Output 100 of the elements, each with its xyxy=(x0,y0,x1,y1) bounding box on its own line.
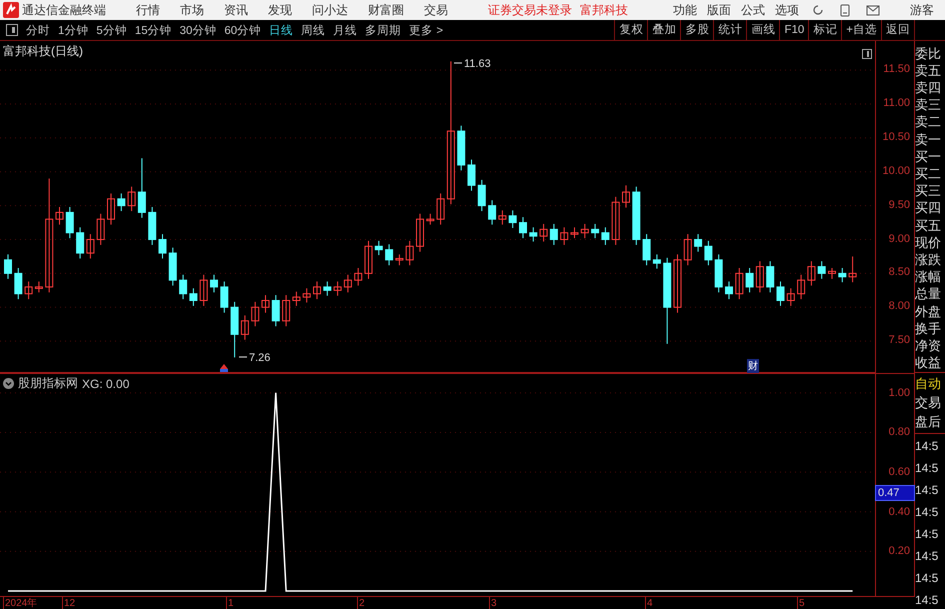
event-tag: 财 xyxy=(747,359,759,373)
candlestick xyxy=(560,226,568,246)
candlestick xyxy=(436,192,445,226)
menu-item[interactable]: 功能 xyxy=(673,2,697,18)
price-tick: 7.50 xyxy=(888,334,910,346)
candlestick xyxy=(478,179,486,212)
candlestick xyxy=(189,288,198,306)
quote-label: 卖三 xyxy=(915,97,942,114)
menu-item[interactable]: 行情 xyxy=(136,2,160,18)
menu-item[interactable]: 版面 xyxy=(707,2,731,18)
candlestick xyxy=(704,240,712,266)
trade-time: 14:5 xyxy=(915,592,940,608)
menu-item[interactable]: 市场 xyxy=(180,2,204,18)
quote-label: 收益 xyxy=(915,355,942,372)
refresh-icon[interactable] xyxy=(812,4,824,16)
indicator-tick: 0.80 xyxy=(888,426,910,438)
toolbar-button[interactable]: 标记 xyxy=(808,20,842,40)
candlestick xyxy=(786,288,795,306)
trade-time: 14:5 xyxy=(915,438,940,454)
candlestick xyxy=(179,274,188,300)
period-tab[interactable]: 1分钟 xyxy=(58,22,88,38)
candlestick xyxy=(364,240,372,280)
candlestick xyxy=(797,274,806,300)
low-price-label: 7.26 xyxy=(249,352,270,364)
period-tab[interactable]: 60分钟 xyxy=(224,22,262,38)
candlestick xyxy=(344,274,352,293)
candlestick xyxy=(426,213,434,226)
period-tab[interactable]: 月线 xyxy=(333,22,358,38)
candlestick xyxy=(766,260,774,293)
menu-item[interactable]: 发现 xyxy=(268,2,292,18)
period-tab[interactable]: 15分钟 xyxy=(134,22,172,38)
trade-time: 14:5 xyxy=(915,504,940,520)
user-label[interactable]: 游客 xyxy=(910,2,934,18)
candlestick xyxy=(580,223,589,239)
candlestick xyxy=(272,294,280,327)
period-tab[interactable]: 周线 xyxy=(301,22,326,38)
phone-icon[interactable] xyxy=(840,4,850,16)
candlestick xyxy=(86,234,94,259)
menu-item[interactable]: 选项 xyxy=(775,2,799,18)
candlestick xyxy=(674,254,682,314)
candlestick xyxy=(612,196,620,246)
app-title: 通达信金融终端 xyxy=(22,2,106,18)
candlestick xyxy=(374,240,383,256)
candlestick xyxy=(96,213,105,246)
candlestick xyxy=(292,291,300,306)
trade-time: 14:5 xyxy=(915,482,940,498)
toolbar-button[interactable]: 叠加 xyxy=(647,20,680,40)
period-tab[interactable]: 30分钟 xyxy=(180,22,216,38)
chart-title: 富邦科技(日线) xyxy=(3,43,83,60)
toolbar-button[interactable]: 画线 xyxy=(746,20,780,40)
candlestick xyxy=(45,178,54,293)
quote-label: 现价 xyxy=(915,234,942,251)
trade-time: 14:5 xyxy=(915,570,940,586)
panel-toggle-icon[interactable] xyxy=(6,24,18,36)
toolbar-button[interactable]: 复权 xyxy=(614,20,648,40)
candlestick xyxy=(117,192,126,212)
mail-icon[interactable] xyxy=(866,4,880,16)
candlestick xyxy=(488,200,496,226)
quote-label: 委比 xyxy=(915,46,942,62)
candlestick xyxy=(14,267,22,300)
toolbar-button[interactable]: 返回 xyxy=(881,20,914,40)
quote-label: 买四 xyxy=(915,200,942,216)
period-tab[interactable]: 多周期 xyxy=(365,22,402,38)
trade-time: 14:5 xyxy=(915,526,940,542)
toolbar-button[interactable]: 多股 xyxy=(680,20,714,40)
candlestick xyxy=(302,288,311,304)
candlestick xyxy=(334,281,342,296)
candlestick xyxy=(550,223,558,246)
toolbar-button[interactable]: 统计 xyxy=(713,20,746,40)
panel-toggle-icon[interactable] xyxy=(862,49,872,59)
candlestick xyxy=(220,281,228,314)
chevron-down-icon[interactable] xyxy=(3,378,14,389)
period-tab[interactable]: 更多 > xyxy=(409,22,444,38)
mode-tab[interactable]: 自动 xyxy=(915,376,945,392)
toolbar-button[interactable]: F10 xyxy=(779,20,808,40)
menu-item[interactable]: 财富圈 xyxy=(368,2,404,18)
menu-item[interactable]: 问小达 xyxy=(312,2,348,18)
candlestick xyxy=(725,281,733,300)
quote-label: 换手 xyxy=(915,320,942,337)
candlestick xyxy=(642,234,651,266)
toolbar-button[interactable]: +自选 xyxy=(841,20,881,40)
price-tick: 9.50 xyxy=(888,198,910,211)
menu-item[interactable]: 交易 xyxy=(424,2,448,18)
mode-tab[interactable]: 交易 xyxy=(915,395,945,411)
candlestick xyxy=(282,294,290,327)
price-tick: 11.50 xyxy=(883,63,910,76)
menu-item[interactable]: 资讯 xyxy=(224,2,248,18)
date-label: 12 xyxy=(62,597,76,609)
quote-label: 净资 xyxy=(915,338,942,354)
mode-tab[interactable]: 盘后 xyxy=(915,414,945,430)
candlestick xyxy=(128,186,136,212)
price-tick: 10.50 xyxy=(882,130,910,143)
period-tab[interactable]: 5分钟 xyxy=(96,22,127,38)
period-tab[interactable]: 日线 xyxy=(269,22,294,38)
candlestick xyxy=(622,184,630,208)
candlestick xyxy=(529,226,538,242)
indicator-tick: 0.60 xyxy=(888,466,910,478)
menu-item[interactable]: 公式 xyxy=(741,2,765,18)
date-label: 3 xyxy=(489,597,497,609)
period-tab[interactable]: 分时 xyxy=(26,22,50,38)
